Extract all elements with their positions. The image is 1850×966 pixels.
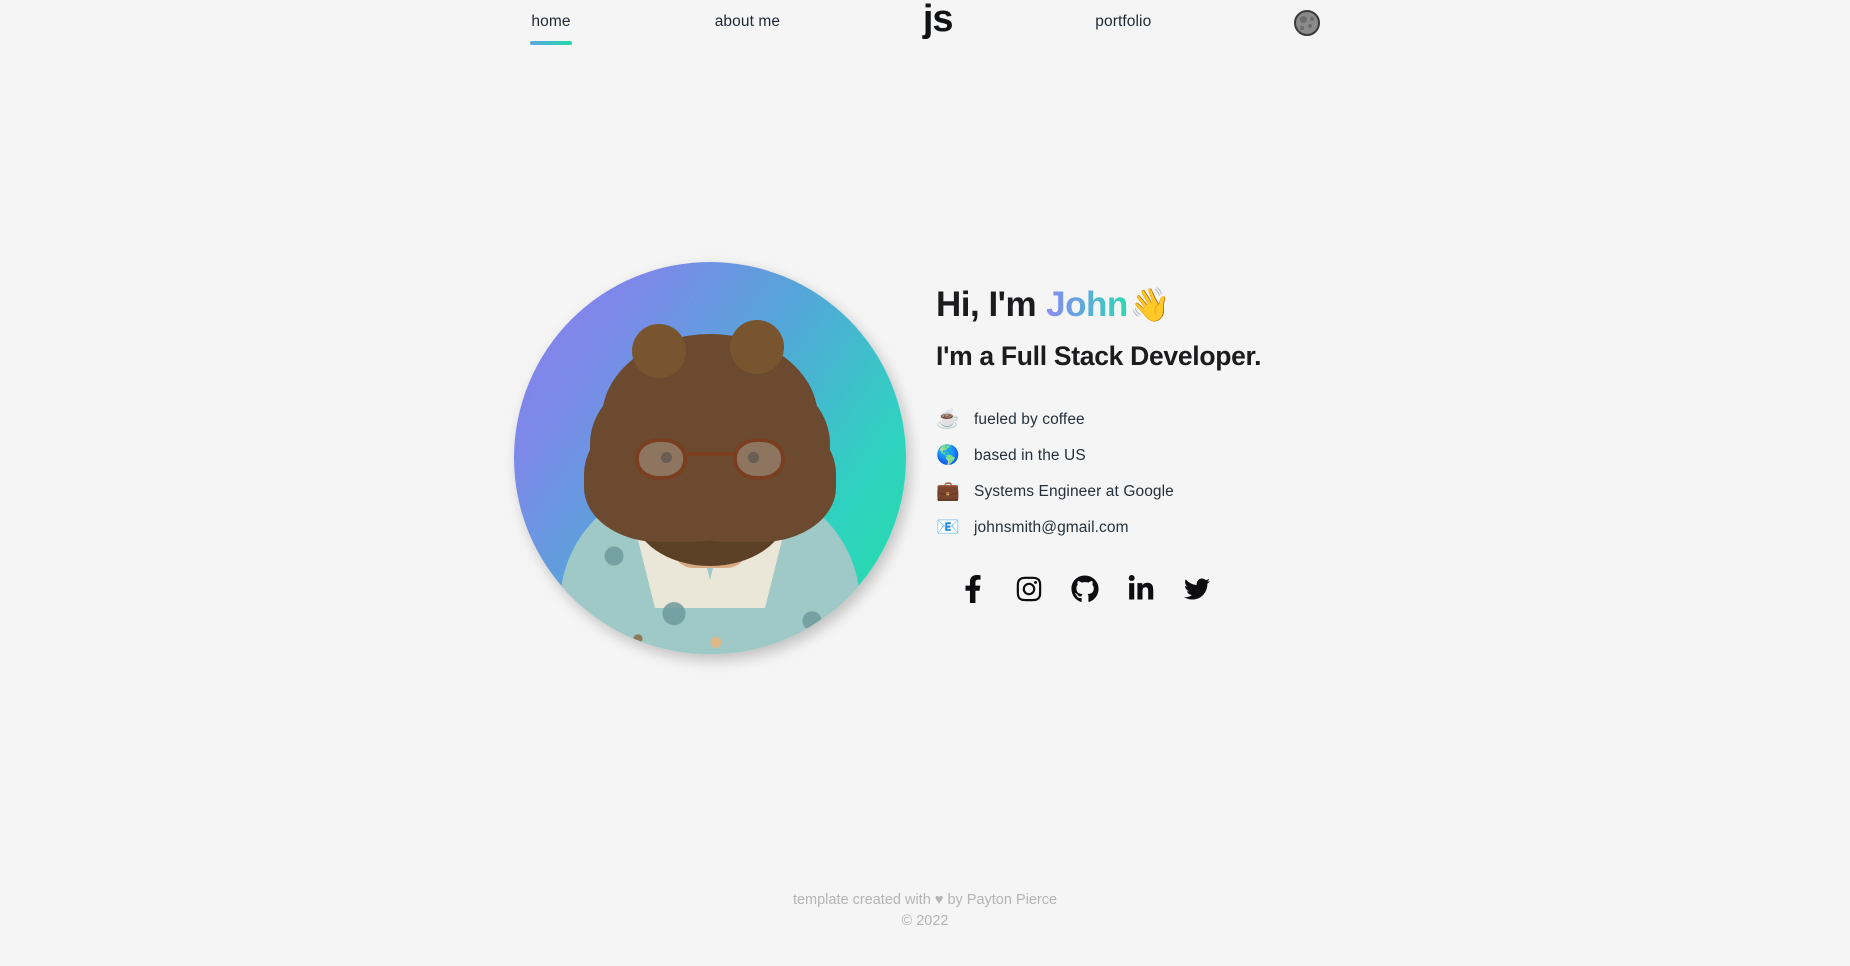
moon-crater xyxy=(1300,26,1304,30)
social-links xyxy=(958,574,1336,604)
nav-link-home[interactable]: home xyxy=(530,5,572,45)
footer-credit-prefix: template created with xyxy=(792,891,931,908)
list-item: ☕ fueled by coffee xyxy=(936,402,1336,438)
info-list: ☕ fueled by coffee 🌎 based in the US 💼 S… xyxy=(936,402,1336,546)
info-text: Systems Engineer at Google xyxy=(974,482,1174,500)
globe-icon: 🌎 xyxy=(936,445,960,467)
info-text: johnsmith@gmail.com xyxy=(974,518,1129,536)
nav-link-about-me[interactable]: about me xyxy=(715,5,780,32)
info-text: fueled by coffee xyxy=(974,410,1085,428)
active-link-underline xyxy=(530,40,572,45)
list-item: 📧 johnsmith@gmail.com xyxy=(936,510,1336,546)
moon-crater xyxy=(1310,17,1314,21)
waving-hand-icon: 👋 xyxy=(1129,286,1171,324)
glasses-lens xyxy=(733,438,785,480)
footer-credit-suffix: by Payton Pierce xyxy=(947,891,1058,908)
hero-name: John xyxy=(1046,284,1128,327)
envelope-icon: 📧 xyxy=(936,517,960,539)
moon-icon[interactable] xyxy=(1294,10,1320,36)
github-icon[interactable] xyxy=(1070,574,1100,604)
briefcase-icon: 💼 xyxy=(936,481,960,503)
greeting-prefix: Hi, I'm xyxy=(936,285,1037,324)
moon-crater xyxy=(1308,24,1312,28)
nav-inner: home about me js portfolio xyxy=(530,0,1320,45)
nav-link-portfolio-label: portfolio xyxy=(1095,13,1152,30)
list-item: 🌎 based in the US xyxy=(936,438,1336,474)
instagram-icon[interactable] xyxy=(1014,574,1044,604)
site-logo[interactable]: js xyxy=(923,0,954,38)
twitter-icon[interactable] xyxy=(1182,574,1212,604)
page-footer: template created with ♥ by Payton Pierce… xyxy=(0,890,1850,966)
page-title: Hi, I'm John 👋 xyxy=(936,284,1336,327)
glasses-bridge xyxy=(687,452,733,456)
main-navigation: home about me js portfolio xyxy=(0,0,1850,56)
nav-link-about-me-label: about me xyxy=(714,13,781,30)
list-item: 💼 Systems Engineer at Google xyxy=(936,474,1336,510)
hero-section: Hi, I'm John 👋 I'm a Full Stack Develope… xyxy=(0,262,1850,654)
info-text: based in the US xyxy=(974,446,1086,464)
portrait-illustration xyxy=(514,262,906,654)
footer-copyright: © 2022 xyxy=(901,912,949,929)
moon-crater xyxy=(1300,16,1307,23)
nav-link-home-label: home xyxy=(531,13,571,30)
nav-link-portfolio[interactable]: portfolio xyxy=(1095,5,1151,32)
hero-text-column: Hi, I'm John 👋 I'm a Full Stack Develope… xyxy=(936,262,1336,604)
hero-subheading: I'm a Full Stack Developer. xyxy=(936,340,1262,371)
portrait-glasses xyxy=(635,438,785,480)
facebook-icon[interactable] xyxy=(958,574,988,604)
coffee-icon: ☕ xyxy=(936,409,960,431)
footer-credit: template created with ♥ by Payton Pierce xyxy=(0,890,1850,911)
heart-icon: ♥ xyxy=(934,891,944,908)
glasses-lens xyxy=(635,438,687,480)
linkedin-icon[interactable] xyxy=(1126,574,1156,604)
avatar xyxy=(514,262,906,654)
